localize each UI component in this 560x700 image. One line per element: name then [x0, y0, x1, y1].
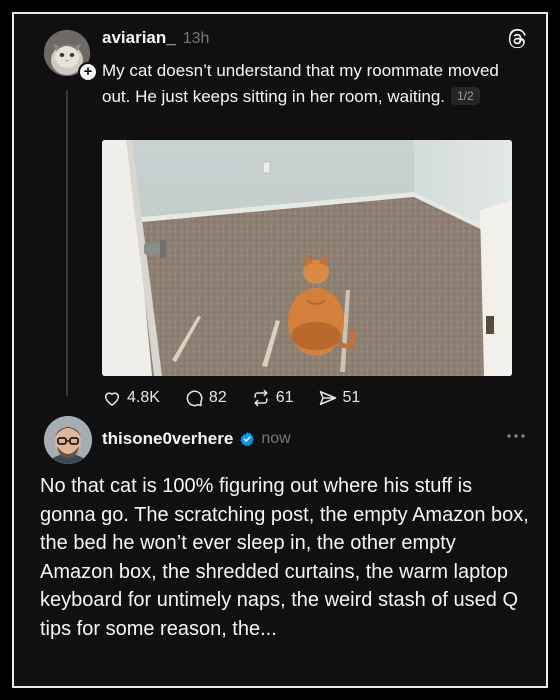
reply-username[interactable]: thisone0verhere [102, 429, 233, 449]
post-actions: 4.8K 82 61 51 [102, 386, 384, 410]
more-horizontal-icon[interactable] [506, 432, 526, 440]
repost-count: 61 [275, 389, 294, 406]
reply-body: No that cat is 100% figuring out where h… [40, 475, 529, 640]
post-username[interactable]: aviarian_ [102, 28, 176, 48]
post-header: aviarian_ 13h [102, 28, 209, 50]
screenshot-frame: + aviarian_ 13h My cat doesn’t understan… [12, 12, 548, 688]
repost-button[interactable]: 61 [251, 388, 294, 408]
verified-badge-icon [240, 432, 255, 447]
avatar-thisone0verhere[interactable] [44, 416, 92, 464]
share-count: 51 [342, 389, 361, 406]
follow-plus-icon[interactable]: + [78, 62, 98, 82]
post-caption: My cat doesn’t understand that my roomma… [102, 58, 512, 109]
page-indicator: 1/2 [451, 86, 480, 105]
like-button[interactable]: 4.8K [102, 388, 160, 408]
like-count: 4.8K [127, 389, 160, 406]
cat-in-empty-room-illustration [102, 140, 512, 376]
reply-header: thisone0verhere now [102, 428, 291, 450]
reply-timestamp: now [261, 430, 291, 447]
repost-icon [254, 389, 268, 407]
heart-icon [105, 392, 119, 406]
threads-logo-icon[interactable] [506, 28, 528, 50]
share-icon [319, 391, 336, 405]
thread-line [66, 90, 68, 396]
comment-icon [186, 390, 203, 407]
post-photo[interactable] [102, 140, 512, 376]
post-caption-text: My cat doesn’t understand that my roomma… [102, 61, 499, 106]
comment-button[interactable]: 82 [184, 388, 227, 408]
comment-count: 82 [208, 389, 227, 406]
share-button[interactable]: 51 [318, 388, 361, 408]
post-timestamp: 13h [182, 30, 210, 47]
